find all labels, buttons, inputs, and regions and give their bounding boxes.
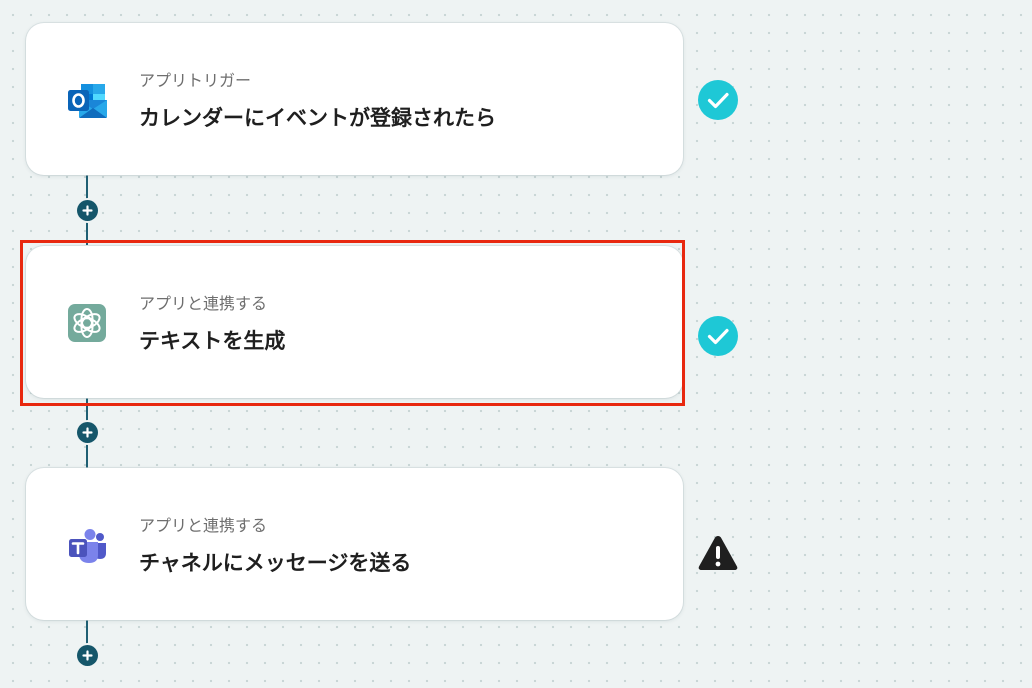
step-category-label: アプリと連携する xyxy=(139,294,268,313)
step-category-label: アプリトリガー xyxy=(139,71,252,90)
warning-icon xyxy=(697,533,739,575)
add-step-button[interactable] xyxy=(77,422,98,443)
add-step-button[interactable] xyxy=(77,200,98,221)
step-title: カレンダーにイベントが登録されたら xyxy=(139,106,496,130)
check-circle-icon xyxy=(697,79,739,121)
flow-step-card-send-message[interactable]: アプリと連携する チャネルにメッセージを送る xyxy=(26,468,683,620)
plus-icon xyxy=(82,650,93,661)
outlook-icon xyxy=(66,79,108,121)
teams-icon xyxy=(66,524,108,566)
chatgpt-icon xyxy=(66,302,108,344)
step-category-label: アプリと連携する xyxy=(139,516,268,535)
add-step-button[interactable] xyxy=(77,645,98,666)
plus-icon xyxy=(82,427,93,438)
step-title: テキストを生成 xyxy=(139,329,286,353)
check-circle-icon xyxy=(697,315,739,357)
plus-icon xyxy=(82,205,93,216)
step-title: チャネルにメッセージを送る xyxy=(139,551,412,575)
flow-step-card-trigger[interactable]: アプリトリガー カレンダーにイベントが登録されたら xyxy=(26,23,683,175)
flow-step-card-generate-text[interactable]: アプリと連携する テキストを生成 xyxy=(26,246,683,398)
